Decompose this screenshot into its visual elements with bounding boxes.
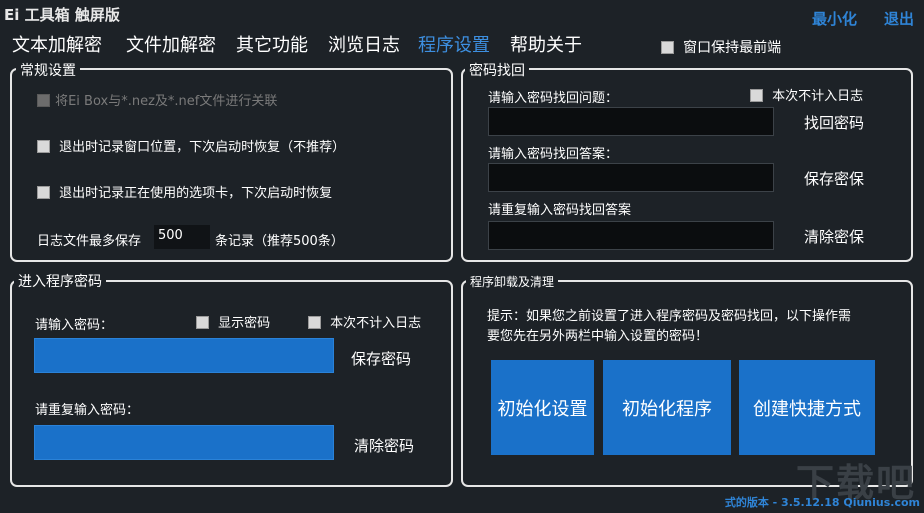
log-limit-prefix: 日志文件最多保存	[37, 234, 142, 249]
tab-help-about[interactable]: 帮助关于	[510, 31, 582, 57]
uninstall-hint-line1: 提示：如果您之前设置了进入程序密码及密码找回，以下操作需	[487, 309, 852, 324]
clear-password-button[interactable]: 清除密码	[354, 435, 414, 456]
uninstall-title: 程序卸载及清理	[466, 273, 559, 290]
minimize-button[interactable]: 最小化	[812, 8, 857, 29]
show-password-option[interactable]: 显示密码	[196, 312, 270, 331]
uninstall-hint-line2: 要您先在另外两栏中输入设置的密码！	[487, 329, 709, 344]
associate-files-checkbox	[37, 94, 50, 107]
password-label: 请输入密码：	[35, 318, 114, 333]
password-no-log-label: 本次不计入日志	[330, 316, 422, 331]
remember-tab-checkbox[interactable]	[37, 186, 50, 199]
tab-file-encrypt[interactable]: 文件加解密	[126, 31, 216, 57]
recovery-answer-label: 请输入密码找回答案：	[488, 147, 619, 162]
find-password-button[interactable]: 找回密码	[804, 112, 864, 133]
recovery-no-log-checkbox[interactable]	[750, 89, 763, 102]
associate-files-label: 将Ei Box与*.nez及*.nef文件进行关联	[55, 94, 278, 109]
tab-other-functions[interactable]: 其它功能	[236, 31, 308, 57]
repeat-password-label: 请重复输入密码：	[35, 403, 140, 418]
password-no-log-checkbox[interactable]	[308, 316, 321, 329]
save-password-button[interactable]: 保存密码	[351, 348, 411, 369]
password-no-log-option[interactable]: 本次不计入日志	[308, 312, 421, 331]
remember-tab-label: 退出时记录正在使用的选项卡，下次启动时恢复	[59, 186, 333, 201]
program-password-title: 进入程序密码	[14, 271, 106, 291]
general-settings-title: 常规设置	[16, 60, 80, 80]
show-password-checkbox[interactable]	[196, 316, 209, 329]
create-shortcut-button[interactable]: 创建快捷方式	[739, 360, 875, 455]
recovery-no-log-label: 本次不计入日志	[772, 89, 864, 104]
recovery-no-log-option[interactable]: 本次不计入日志	[750, 85, 863, 104]
reset-settings-button[interactable]: 初始化设置	[491, 360, 594, 455]
version-label: 式的版本 - 3.5.12.18 Qiunius.com	[724, 496, 920, 509]
exit-button[interactable]: 退出	[884, 8, 914, 29]
tab-text-encrypt[interactable]: 文本加解密	[12, 31, 102, 57]
save-security-button[interactable]: 保存密保	[804, 168, 864, 189]
log-limit-suffix: 条记录（推荐500条）	[215, 234, 344, 249]
app-title: Ei 工具箱 触屏版	[4, 6, 120, 24]
remember-position-checkbox[interactable]	[37, 140, 50, 153]
associate-files-option: 将Ei Box与*.nez及*.nef文件进行关联	[37, 90, 277, 109]
recovery-repeat-answer-input[interactable]	[488, 221, 774, 250]
always-on-top-toggle[interactable]: 窗口保持最前端	[661, 37, 781, 57]
remember-tab-option[interactable]: 退出时记录正在使用的选项卡，下次启动时恢复	[37, 182, 332, 201]
recovery-question-label: 请输入密码找回问题：	[488, 91, 619, 106]
recovery-repeat-answer-label: 请重复输入密码找回答案	[488, 203, 632, 218]
tab-program-settings[interactable]: 程序设置	[418, 31, 490, 57]
reset-program-button[interactable]: 初始化程序	[603, 360, 731, 455]
log-limit-input[interactable]: 500	[154, 225, 210, 249]
repeat-password-input[interactable]	[34, 425, 334, 460]
recovery-answer-input[interactable]	[488, 163, 774, 192]
clear-security-button[interactable]: 清除密保	[804, 226, 864, 247]
password-input[interactable]	[34, 338, 334, 373]
show-password-label: 显示密码	[218, 316, 271, 331]
always-on-top-checkbox[interactable]	[661, 41, 674, 54]
always-on-top-label: 窗口保持最前端	[683, 40, 782, 56]
password-recovery-title: 密码找回	[465, 60, 529, 80]
remember-position-label: 退出时记录窗口位置，下次启动时恢复（不推荐）	[59, 140, 346, 155]
recovery-question-input[interactable]	[488, 107, 774, 136]
remember-position-option[interactable]: 退出时记录窗口位置，下次启动时恢复（不推荐）	[37, 136, 345, 155]
tab-browse-log[interactable]: 浏览日志	[328, 31, 400, 57]
